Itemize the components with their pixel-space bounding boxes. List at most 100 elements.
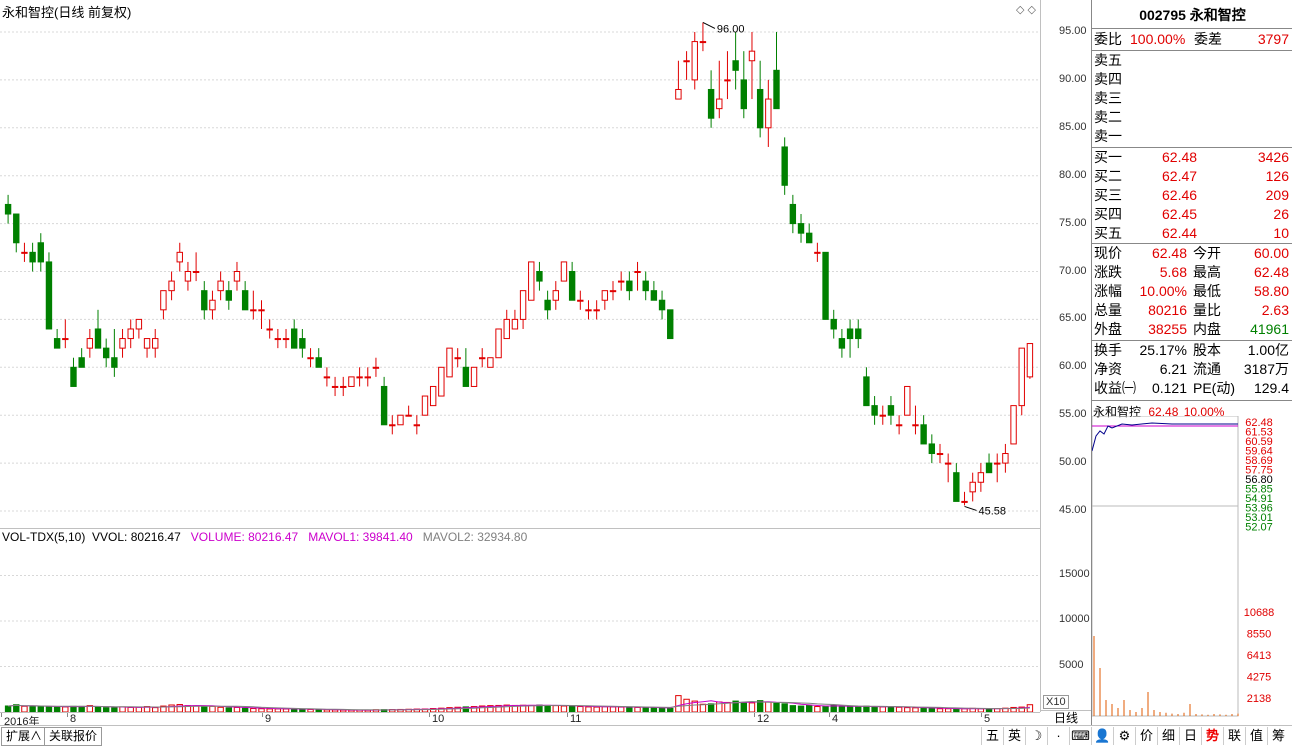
candle-body bbox=[756, 88, 764, 129]
volume-bar bbox=[765, 701, 772, 713]
candle-body bbox=[479, 357, 486, 360]
toolbar-button-10[interactable]: 势 bbox=[1201, 727, 1223, 745]
toolbar-button-4[interactable]: ⌨ bbox=[1069, 727, 1091, 745]
candle-body bbox=[577, 299, 584, 302]
tab-related-quotes[interactable]: 关联报价 bbox=[44, 727, 103, 746]
candle-body bbox=[454, 357, 461, 360]
candle-body bbox=[307, 357, 314, 360]
toolbar-button-7[interactable]: 价 bbox=[1135, 727, 1157, 745]
toolbar-button-1[interactable]: 英 bbox=[1003, 727, 1025, 745]
volume-legend: VOL-TDX(5,10) VVOL: 80216.47 VOLUME: 802… bbox=[2, 530, 527, 544]
candle-body bbox=[1026, 343, 1034, 378]
candle-body bbox=[135, 318, 143, 330]
stat-value: 62.48 bbox=[1253, 264, 1289, 280]
candle-body bbox=[544, 299, 551, 311]
toolbar-button-13[interactable]: 筹 bbox=[1267, 727, 1289, 745]
price-chart[interactable]: 永和智控(日线 前复权) 96.00 45.58 ◇ ◇ bbox=[0, 0, 1040, 528]
candle-body bbox=[944, 462, 952, 465]
mini-price-line bbox=[1092, 422, 1238, 452]
candle-body bbox=[838, 338, 846, 349]
candle-body bbox=[699, 41, 707, 44]
buy-volume: 126 bbox=[1265, 168, 1289, 184]
candle-body bbox=[299, 338, 306, 349]
candle-body bbox=[503, 318, 510, 340]
sell-row: 卖三 bbox=[1092, 89, 1292, 108]
toolbar-button-11[interactable]: 联 bbox=[1223, 727, 1245, 745]
tab-extend[interactable]: 扩展∧ bbox=[1, 727, 48, 746]
candle-body bbox=[62, 338, 69, 341]
x-axis: 2016年 8 9 10 11 12 4 5 bbox=[0, 712, 1040, 728]
stat-label: 总量 bbox=[1094, 302, 1122, 318]
candle-body bbox=[356, 376, 363, 379]
high-label: 96.00 bbox=[717, 23, 745, 35]
chart-title: 永和智控(日线 前复权) bbox=[2, 5, 132, 20]
toolbar-button-8[interactable]: 细 bbox=[1157, 727, 1179, 745]
candle-body bbox=[617, 280, 625, 283]
mini-price-frame bbox=[1092, 416, 1239, 507]
candle-body bbox=[102, 347, 110, 359]
candle-body bbox=[683, 60, 690, 63]
candle-body bbox=[495, 328, 502, 359]
toolbar-button-3[interactable]: · bbox=[1047, 727, 1069, 745]
price-tick-label: 65.00 bbox=[1059, 312, 1087, 325]
fin-value: 3187万 bbox=[1243, 361, 1289, 377]
toolbar-button-5[interactable]: 👤 bbox=[1091, 727, 1113, 745]
buy-price: 62.44 bbox=[1162, 225, 1198, 241]
candle-body bbox=[667, 309, 674, 340]
candle-body bbox=[773, 69, 780, 110]
candle-body bbox=[658, 299, 666, 311]
sell-level-label: 卖四 bbox=[1094, 71, 1122, 87]
fin-value: 1.00亿 bbox=[1247, 342, 1289, 358]
candle-body bbox=[593, 309, 600, 312]
volume-svg bbox=[0, 575, 1040, 713]
toolbar-button-2[interactable]: ☽ bbox=[1025, 727, 1047, 745]
candle-body bbox=[691, 41, 698, 81]
sell-level-label: 卖三 bbox=[1094, 90, 1122, 106]
candle-body bbox=[143, 338, 151, 349]
low-label: 45.58 bbox=[979, 505, 1007, 517]
stat-value: 10.00% bbox=[1139, 283, 1187, 299]
candle-body bbox=[601, 290, 609, 301]
fin-label: 流通 bbox=[1193, 361, 1221, 377]
stat-label: 今开 bbox=[1193, 245, 1221, 261]
candle-body bbox=[389, 424, 396, 427]
diamond-icon[interactable]: ◇ ◇ bbox=[1016, 3, 1036, 16]
candle-body bbox=[70, 366, 77, 387]
candle-body bbox=[241, 290, 249, 311]
toolbar-button-12[interactable]: 值 bbox=[1245, 727, 1267, 745]
price-tick-label: 95.00 bbox=[1059, 25, 1087, 37]
stat-row: 涨跌 5.68 最高 62.48 bbox=[1092, 263, 1292, 282]
mini-intraday-chart[interactable]: 62.4861.5360.5959.6458.6957.7556.8055.85… bbox=[1092, 416, 1292, 720]
toolbar-button-9[interactable]: 日 bbox=[1179, 727, 1201, 745]
x-tick-label: 12 bbox=[757, 713, 770, 725]
stat-row: 外盘 38255 内盘 41961 bbox=[1092, 320, 1292, 339]
candle-body bbox=[789, 203, 797, 225]
quote-panel: 002795 永和智控 委比 100.00% 委差 3797 卖五 卖四 卖三 卖二卖… bbox=[1091, 0, 1292, 725]
volume-tick-label: 5000 bbox=[1059, 658, 1084, 671]
buy-volume: 3426 bbox=[1257, 149, 1289, 165]
low-pointer bbox=[964, 505, 977, 511]
volume-bar bbox=[699, 703, 707, 713]
candle-body bbox=[86, 338, 94, 349]
stat-row: 现价 62.48 今开 60.00 bbox=[1092, 244, 1292, 263]
weicha-label: 委差 bbox=[1194, 31, 1222, 47]
volume-chart[interactable] bbox=[0, 528, 1040, 713]
mini-volume-tick: 4275 bbox=[1247, 672, 1271, 684]
candle-body bbox=[830, 318, 837, 330]
buy-row: 买一 62.48 3426 bbox=[1092, 148, 1292, 167]
stock-code-name: 002795 永和智控 bbox=[1139, 7, 1246, 23]
candle-body bbox=[1018, 347, 1025, 407]
toolbar-button-6[interactable]: ⚙ bbox=[1113, 727, 1135, 745]
candle-body bbox=[53, 338, 61, 349]
candle-body bbox=[446, 347, 453, 378]
volume-tick-label: 15000 bbox=[1059, 567, 1090, 580]
candle-body bbox=[781, 146, 788, 186]
period-daily-label[interactable]: 日线 bbox=[1041, 710, 1091, 726]
candle-body bbox=[78, 357, 85, 368]
toolbar-button-0[interactable]: 五 bbox=[981, 727, 1003, 745]
x-tick bbox=[754, 713, 755, 717]
candle-body bbox=[266, 328, 273, 331]
volume-bar bbox=[740, 701, 747, 713]
candle-body bbox=[936, 453, 944, 456]
stat-label: 内盘 bbox=[1193, 321, 1221, 337]
